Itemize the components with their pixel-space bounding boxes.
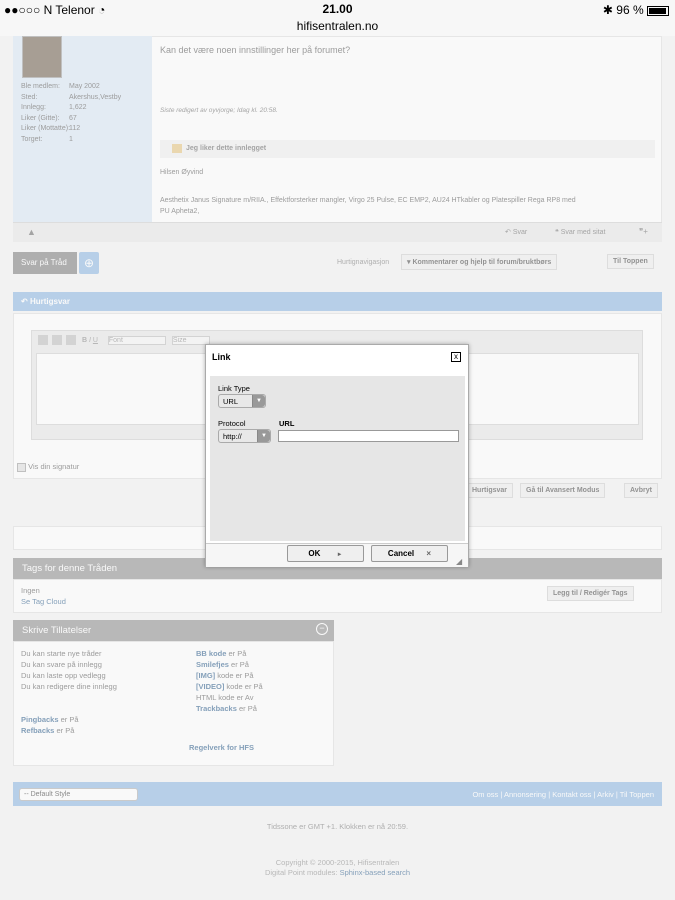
- italic-icon[interactable]: I: [89, 337, 91, 344]
- post-actions-bar: ▲ ↶ Svar ❝ Svar med sitat ❞+: [13, 222, 662, 242]
- user-field-labels: Ble medlem: Sted: Innlegg: Liker (Gitte): Li…: [21, 83, 71, 143]
- protocol-select[interactable]: http://▼: [218, 429, 271, 443]
- footer-bar: -- Default Style Om oss | Annonsering | …: [13, 782, 662, 806]
- dialog-title: Link: [212, 352, 231, 362]
- resize-handle-icon[interactable]: ◢: [456, 557, 462, 566]
- bluetooth-icon: ✱: [602, 3, 613, 17]
- smilies-link[interactable]: Smilefjes: [196, 660, 229, 669]
- underline-icon[interactable]: U: [93, 337, 98, 344]
- style-select[interactable]: -- Default Style: [19, 788, 138, 801]
- battery-status: ✱ 96 %: [603, 3, 669, 17]
- digital-point-credit: Digital Point modules: Sphinx-based sear…: [264, 868, 411, 877]
- copyright: Copyright © 2000-2015, Hifisentralen: [275, 858, 400, 867]
- refbacks-link[interactable]: Refbacks: [21, 726, 54, 735]
- img-link[interactable]: [IMG]: [196, 671, 215, 680]
- battery-icon: [647, 5, 669, 16]
- timezone-text: Tidssone er GMT +1. Klokken er nå 20:59.: [266, 822, 409, 831]
- tags-none: Ingen: [21, 586, 40, 595]
- reply-icon: ↶: [21, 297, 28, 306]
- link-type-label: Link Type: [218, 384, 250, 393]
- edit-tags-button[interactable]: Legg til / Redigér Tags: [547, 586, 634, 601]
- link-dialog: Link x Link Type URL ▼ Protocol URL http:…: [205, 344, 469, 567]
- quote-icon: ❝: [555, 229, 559, 236]
- plus-icon[interactable]: ⊕: [79, 252, 99, 274]
- status-bar: ●●○○○ N Telenor ◔ 21.00 hifisentralen.no…: [0, 0, 675, 36]
- pingbacks-refbacks: Pingbacks er På Refbacks er På: [21, 715, 79, 735]
- user-field-values: May 2002 Akershus,Vestby 1,622 67 112 1: [69, 83, 122, 143]
- permissions-right: BB kode er På Smilefjes er På [IMG] kode…: [196, 649, 263, 713]
- greeting: Hilsen Øyvind: [160, 169, 204, 176]
- footer-top-link[interactable]: Til Toppen: [620, 790, 654, 799]
- thumbs-up-icon: [172, 144, 182, 153]
- arrow-right-icon: ►: [336, 552, 343, 558]
- post-text: Kan det være noen innstillinger her på f…: [160, 45, 351, 55]
- quicknav-label: Hurtignavigasjon: [337, 259, 390, 266]
- archive-link[interactable]: Arkiv: [597, 790, 614, 799]
- dialog-footer: OK ► Cancel × ◢: [206, 543, 468, 567]
- trackbacks-link[interactable]: Trackbacks: [196, 704, 237, 713]
- pingbacks-link[interactable]: Pingbacks: [21, 715, 59, 724]
- contact-link[interactable]: Kontakt oss: [552, 790, 591, 799]
- video-link[interactable]: [VIDEO]: [196, 682, 224, 691]
- tag-cloud-link[interactable]: Se Tag Cloud: [21, 597, 66, 606]
- protocol-label: Protocol: [218, 419, 246, 428]
- quickreply-header: ↶ Hurtigsvar: [13, 292, 662, 311]
- permissions-header: Skrive Tillatelser −: [13, 620, 334, 641]
- about-link[interactable]: Om oss: [472, 790, 498, 799]
- url-bar[interactable]: hifisentralen.no: [0, 19, 675, 33]
- url-label: URL: [279, 419, 295, 428]
- chevron-down-icon: ▼: [252, 395, 265, 407]
- close-icon: ×: [426, 549, 432, 558]
- like-label: Jeg liker dette innlegget: [186, 145, 267, 152]
- collapse-icon[interactable]: −: [316, 623, 328, 635]
- link-type-select[interactable]: URL ▼: [218, 394, 266, 408]
- multiquote-icon[interactable]: ❞+: [639, 227, 648, 236]
- report-icon[interactable]: ▲: [27, 227, 36, 237]
- reply-thread-button[interactable]: Svar på Tråd: [13, 252, 77, 274]
- advanced-mode-button[interactable]: Gå til Avansert Modus: [520, 483, 606, 498]
- close-icon[interactable]: x: [451, 352, 461, 362]
- edit-note: Siste redigert av oyvjorge; Idag kl. 20:…: [160, 107, 278, 114]
- font-select[interactable]: Font: [107, 335, 166, 345]
- clock: 21.00: [322, 2, 353, 16]
- like-bar[interactable]: Jeg liker dette innlegget: [160, 140, 655, 158]
- footer-links: Om oss | Annonsering | Kontakt oss | Ark…: [472, 790, 654, 799]
- bbcode-link[interactable]: BB kode: [196, 649, 226, 658]
- quick-reply-submit[interactable]: Hurtigsvar: [466, 483, 514, 498]
- avatar[interactable]: [22, 36, 62, 78]
- sphinx-link[interactable]: Sphinx-based search: [340, 868, 410, 877]
- permissions-left: Du kan starte nye tråder Du kan svare på …: [21, 649, 117, 691]
- bold-icon[interactable]: B: [82, 337, 87, 344]
- forum-jump-select[interactable]: ▾ Kommentarer og hjelp til forum/bruktbø…: [401, 254, 558, 270]
- url-input[interactable]: [278, 430, 459, 442]
- show-signature-checkbox[interactable]: Vis din signatur: [17, 462, 79, 472]
- quote-reply-button[interactable]: ❝ Svar med sitat: [555, 228, 605, 236]
- checkbox-icon[interactable]: [17, 462, 26, 472]
- switch-mode-icon[interactable]: [52, 335, 62, 345]
- ads-link[interactable]: Annonsering: [504, 790, 546, 799]
- to-top-button[interactable]: Til Toppen: [607, 254, 654, 269]
- cancel-reply-button[interactable]: Avbryt: [624, 483, 658, 498]
- ok-button[interactable]: OK ►: [287, 545, 364, 562]
- dialog-body: Link Type URL ▼ Protocol URL http://▼: [210, 376, 465, 541]
- chevron-down-icon: ▼: [257, 430, 270, 442]
- cancel-button[interactable]: Cancel ×: [371, 545, 448, 562]
- signature: Aesthetix Janus Signature m/RIIA., Effek…: [160, 197, 576, 215]
- rules-link[interactable]: Regelverk for HFS: [189, 742, 254, 753]
- reply-button[interactable]: ↶ Svar: [505, 228, 527, 236]
- paste-icon[interactable]: [66, 335, 76, 345]
- reply-icon: ↶: [505, 229, 511, 236]
- remove-format-icon[interactable]: [38, 335, 48, 345]
